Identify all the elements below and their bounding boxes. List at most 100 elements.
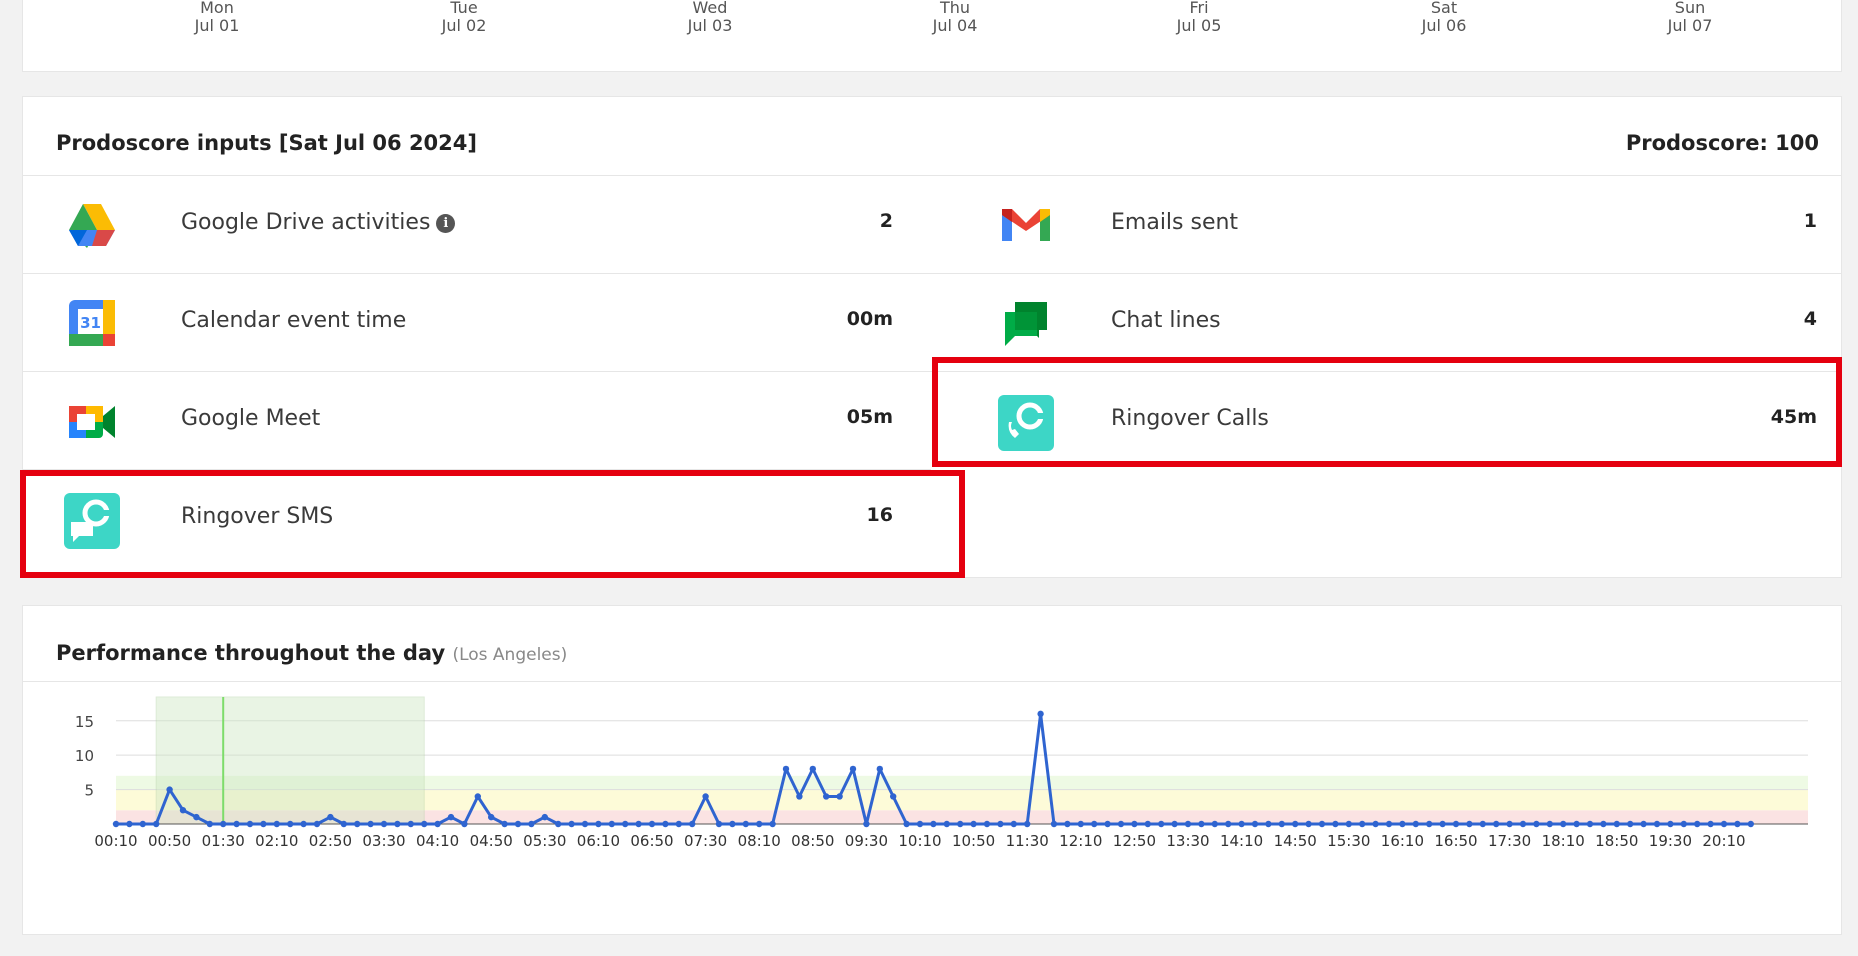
google-meet-icon: [65, 394, 119, 448]
chart-point: [541, 813, 548, 821]
x-tick-label: 16:50: [1434, 832, 1477, 850]
chart-point: [1506, 820, 1513, 828]
chart-point: [756, 820, 763, 828]
chart-point: [1734, 820, 1741, 828]
chart-point: [930, 820, 937, 828]
day-label-wed: Wed Jul 03: [687, 0, 733, 35]
gmail-icon: [999, 198, 1053, 252]
chart-point: [1278, 820, 1286, 828]
chart-point: [1493, 820, 1500, 828]
chart-point: [662, 820, 669, 828]
chart-point: [1211, 820, 1219, 828]
chart-point: [1292, 820, 1299, 828]
chart-point: [1426, 820, 1433, 828]
svg-text:31: 31: [80, 314, 101, 332]
chart-point: [1171, 820, 1178, 828]
chart-point: [1345, 820, 1353, 828]
chart-point: [1265, 820, 1272, 828]
metric-value-google-drive: 2: [879, 210, 893, 232]
x-tick-label: 00:50: [148, 832, 191, 850]
chart-point: [488, 813, 495, 821]
metric-row-google-meet: Google Meet 05m: [23, 371, 931, 469]
x-tick-label: 20:10: [1702, 832, 1745, 850]
chart-point: [715, 820, 723, 828]
chart-point: [943, 820, 950, 828]
metric-value-google-meet: 05m: [846, 406, 893, 428]
chart-point: [1131, 820, 1138, 828]
chart-point: [876, 765, 883, 773]
chart-point: [983, 820, 991, 828]
chart-point: [702, 793, 709, 800]
chart-point: [1104, 820, 1111, 828]
metric-value-calendar: 00m: [846, 308, 893, 330]
chart-point: [916, 820, 924, 828]
chart-point: [1117, 820, 1125, 828]
chart-point: [367, 820, 374, 828]
day-label-thu: Thu Jul 04: [932, 0, 978, 35]
x-tick-label: 03:30: [362, 832, 405, 850]
chart-point: [1238, 820, 1245, 828]
metric-row-google-drive: Google Drive activities i 2: [23, 175, 931, 273]
chart-point: [1318, 820, 1326, 828]
chart-point: [112, 820, 120, 828]
chart-point: [1694, 820, 1701, 828]
y-tick-label: 5: [84, 782, 94, 800]
chart-point: [635, 820, 642, 828]
day-label-tue: Tue Jul 02: [441, 0, 487, 35]
chart-point: [1439, 820, 1446, 828]
chart-point: [461, 820, 468, 828]
chart-point: [742, 820, 749, 828]
chart-point: [193, 813, 200, 821]
chart-point: [1667, 820, 1674, 828]
chart-point: [1680, 820, 1688, 828]
chart-point: [1707, 820, 1714, 828]
chart-point: [823, 793, 830, 800]
highlight-ringover-sms: [20, 470, 965, 578]
x-tick-label: 10:10: [898, 832, 941, 850]
metric-label-emails-sent: Emails sent: [1111, 210, 1239, 235]
day-label-mon: Mon Jul 01: [194, 0, 240, 35]
chart-point: [1251, 820, 1259, 828]
x-tick-label: 04:50: [470, 832, 513, 850]
google-drive-icon: [65, 198, 119, 252]
chart-point: [1305, 820, 1312, 828]
chart-point: [528, 820, 535, 828]
chart-point: [1372, 820, 1379, 828]
chart-point: [1747, 820, 1755, 828]
chart-point: [474, 793, 481, 800]
chart-point: [514, 820, 522, 828]
chart-point: [1225, 820, 1232, 828]
chart-point: [1479, 820, 1487, 828]
chart-point: [1064, 820, 1071, 828]
info-icon[interactable]: i: [436, 214, 456, 233]
chart-point: [327, 813, 334, 821]
chart-point: [1399, 820, 1406, 828]
x-tick-label: 18:50: [1595, 832, 1638, 850]
chart-point: [260, 820, 267, 828]
chart-point: [1385, 820, 1393, 828]
chart-point: [273, 820, 280, 828]
chart-point: [1359, 820, 1366, 828]
chart-point: [957, 820, 964, 828]
google-chat-icon: [999, 296, 1053, 350]
chart-point: [1519, 820, 1527, 828]
day-label-sun: Sun Jul 07: [1667, 0, 1713, 35]
x-tick-label: 07:30: [684, 832, 727, 850]
chart-point: [782, 765, 790, 773]
chart-point: [622, 820, 629, 828]
metric-label-calendar: Calendar event time: [181, 308, 407, 333]
chart-point: [1546, 820, 1554, 828]
performance-chart: 5 10 15 00:10 00:50 01:30 02:10 02:50 03:30 04:10…: [75, 696, 1808, 850]
chart-point: [1613, 820, 1621, 828]
chart-point: [863, 820, 870, 828]
x-tick-label: 15:30: [1327, 832, 1370, 850]
metric-value-chat-lines: 4: [1803, 308, 1817, 330]
chart-point: [1452, 820, 1460, 828]
chart-point: [903, 820, 910, 828]
x-tick-label: 13:30: [1166, 832, 1209, 850]
chart-highlight-range: [155, 696, 425, 825]
chart-point: [675, 820, 682, 828]
x-tick-label: 09:30: [845, 832, 888, 850]
y-tick-label: 15: [75, 713, 94, 731]
x-tick-label: 01:30: [202, 832, 245, 850]
